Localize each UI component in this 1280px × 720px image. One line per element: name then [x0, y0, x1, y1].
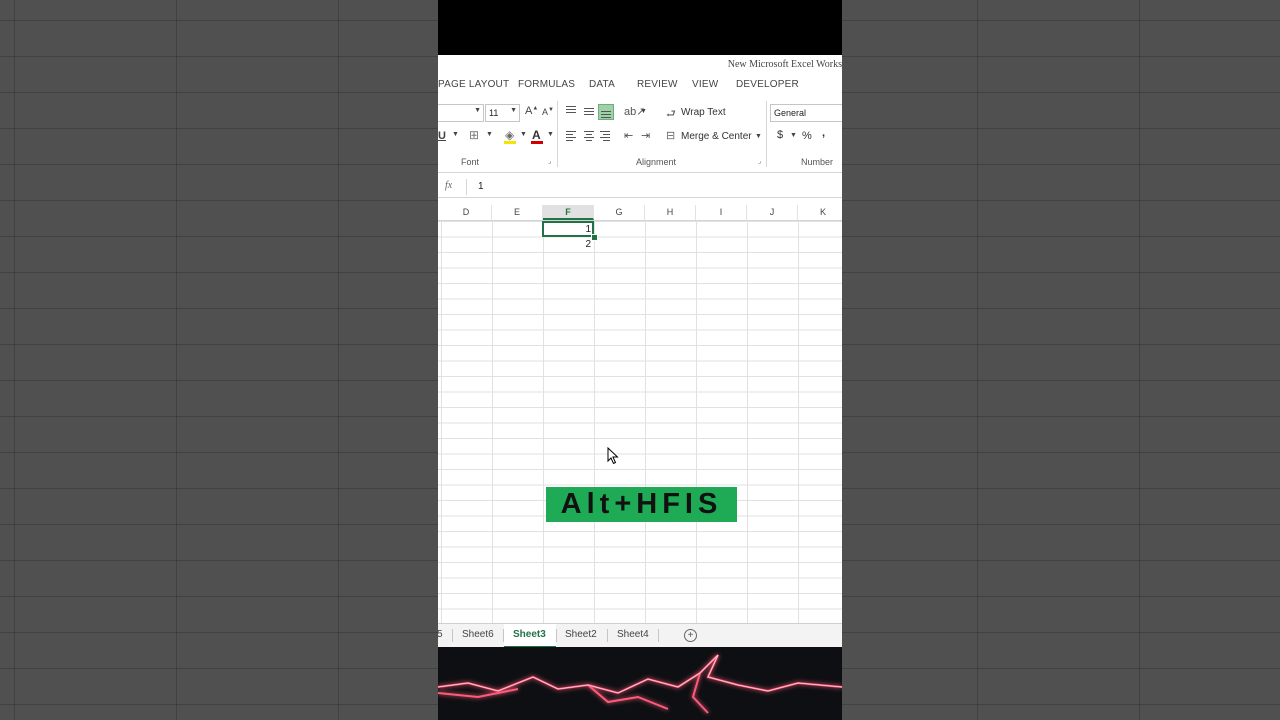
tab-formulas[interactable]: FORMULAS [518, 79, 575, 90]
wrap-text-icon: ⮐ [666, 108, 676, 120]
excel-window: New Microsoft Excel Works PAGE LAYOUT FO… [438, 0, 842, 720]
background-right-blur [842, 0, 1280, 720]
chevron-down-icon: ▼ [474, 107, 481, 114]
fill-handle[interactable] [591, 234, 598, 241]
number-group-label: Number [801, 157, 834, 167]
mouse-cursor-icon [607, 447, 619, 465]
borders-icon[interactable]: ⊞ [469, 128, 479, 142]
column-header-g[interactable]: G [594, 205, 645, 220]
add-sheet-icon[interactable]: + [684, 629, 697, 642]
tab-data[interactable]: DATA [589, 79, 615, 90]
chevron-down-icon: ▼ [510, 107, 517, 114]
shortcut-text: Alt+HFIS [560, 488, 723, 520]
align-right-button[interactable] [598, 129, 612, 143]
font-name-box[interactable]: ▼ [438, 104, 484, 122]
increase-indent-icon[interactable]: ⇥ [641, 129, 650, 142]
top-black-bar [438, 0, 842, 55]
column-header-j[interactable]: J [747, 205, 798, 220]
column-header-e[interactable]: E [492, 205, 543, 220]
tab-divider [607, 629, 608, 642]
decorative-lightning-strip [438, 647, 842, 720]
fx-icon[interactable]: fx [445, 180, 452, 191]
tab-view[interactable]: VIEW [692, 79, 718, 90]
chevron-down-icon[interactable]: ▼ [790, 132, 797, 139]
background-left-blur [0, 0, 438, 720]
bottom-align-button[interactable] [598, 104, 614, 120]
chevron-down-icon[interactable]: ▼ [486, 131, 493, 138]
formula-bar: fx 1 [438, 177, 842, 198]
decrease-indent-icon[interactable]: ⇤ [624, 129, 633, 142]
tab-review[interactable]: REVIEW [637, 79, 678, 90]
top-align-button[interactable] [564, 104, 578, 118]
group-divider [766, 101, 767, 167]
column-header-i[interactable]: I [696, 205, 747, 220]
formula-input[interactable]: 1 [478, 181, 484, 192]
column-header-k[interactable]: K [798, 205, 842, 220]
chevron-down-icon[interactable]: ▼ [755, 133, 762, 140]
cell-grid[interactable] [438, 221, 842, 623]
number-format-box[interactable]: General [770, 104, 842, 122]
chevron-down-icon[interactable]: ▼ [520, 131, 527, 138]
cell-f1[interactable]: 1 [545, 224, 591, 235]
fill-color-swatch [504, 141, 516, 144]
worksheet[interactable]: D E F G H I J K 1 2 [438, 205, 842, 623]
font-size-value: 11 [489, 108, 499, 118]
tab-divider [556, 629, 557, 642]
sheet-tab-partial[interactable]: 5 [438, 629, 443, 640]
number-format-value: General [774, 108, 807, 118]
lightning-icon [438, 654, 842, 714]
ribbon-tabs: PAGE LAYOUT FORMULAS DATA REVIEW VIEW DE… [438, 75, 842, 97]
chevron-down-icon[interactable]: ▼ [547, 131, 554, 138]
chevron-down-icon[interactable]: ▼ [640, 108, 647, 115]
window-title: New Microsoft Excel Works [727, 59, 842, 70]
font-size-box[interactable]: 11 ▼ [485, 104, 520, 122]
middle-align-button[interactable] [582, 104, 596, 118]
align-center-button[interactable] [582, 129, 596, 143]
shortcut-overlay: Alt+HFIS [546, 487, 737, 522]
formula-divider [466, 179, 467, 195]
merge-center-button[interactable]: Merge & Center [681, 131, 752, 142]
sheet-tab-sheet4[interactable]: Sheet4 [617, 629, 649, 640]
font-color-swatch [531, 141, 543, 144]
ribbon: ▼ 11 ▼ A▲ A▼ U ▼ ⊞ ▼ ◈ ▼ A ▼ Font ⌟ ab↗ … [438, 97, 842, 173]
title-bar: New Microsoft Excel Works [438, 55, 842, 75]
shrink-font-button[interactable]: A▼ [542, 107, 554, 117]
chevron-down-icon[interactable]: ▼ [452, 131, 459, 138]
sheet-tab-sheet2[interactable]: Sheet2 [565, 629, 597, 640]
dialog-launcher-icon[interactable]: ⌟ [758, 157, 761, 165]
align-left-button[interactable] [564, 129, 578, 143]
font-group-label: Font [461, 157, 480, 167]
wrap-text-button[interactable]: Wrap Text [681, 107, 726, 118]
fill-color-icon[interactable]: ◈ [505, 128, 514, 142]
tab-page-layout[interactable]: PAGE LAYOUT [438, 79, 509, 90]
dialog-launcher-icon[interactable]: ⌟ [548, 157, 551, 165]
column-headers: D E F G H I J K [438, 205, 842, 221]
sheet-tab-bar: 5 Sheet6 Sheet3 Sheet2 Sheet4 + [438, 623, 842, 648]
column-header-f[interactable]: F [543, 205, 594, 220]
tab-divider [452, 629, 453, 642]
sheet-tab-sheet3[interactable]: Sheet3 [513, 629, 546, 640]
comma-button[interactable]: , [822, 127, 825, 139]
group-divider [557, 101, 558, 167]
cell-f2[interactable]: 2 [545, 239, 591, 250]
alignment-group-label: Alignment [636, 157, 677, 167]
underline-button[interactable]: U [438, 130, 446, 142]
sheet-tab-sheet6[interactable]: Sheet6 [462, 629, 494, 640]
tab-divider [658, 629, 659, 642]
tab-developer[interactable]: DEVELOPER [736, 79, 799, 90]
percent-button[interactable]: % [802, 130, 812, 142]
column-header-h[interactable]: H [645, 205, 696, 220]
currency-button[interactable]: $ [777, 129, 783, 141]
column-header-d[interactable]: D [441, 205, 492, 220]
font-color-icon[interactable]: A [532, 128, 541, 142]
merge-center-icon: ⊟ [666, 130, 676, 142]
grow-font-button[interactable]: A▲ [525, 105, 538, 117]
